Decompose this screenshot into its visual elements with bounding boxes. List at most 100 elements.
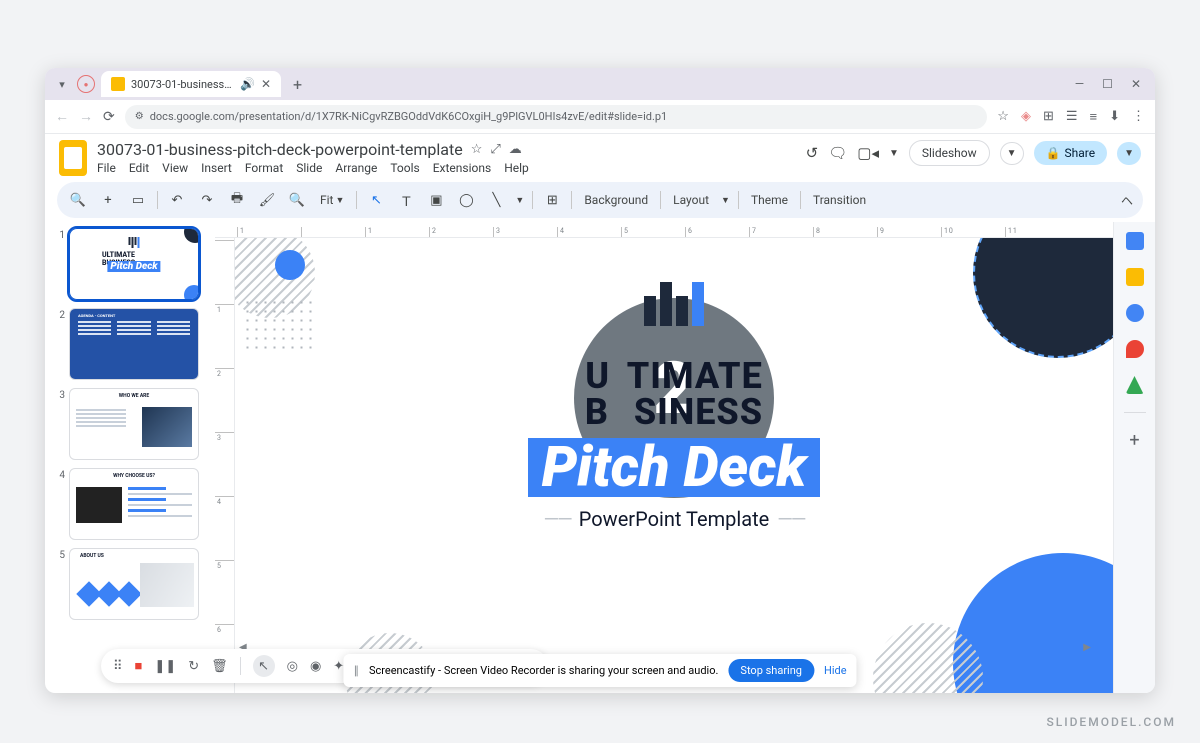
hide-notice-link[interactable]: Hide: [824, 664, 847, 677]
zoom-tool-icon[interactable]: 🔍: [286, 189, 308, 211]
side-panel-icon[interactable]: ☰: [1066, 109, 1078, 124]
site-info-icon[interactable]: ⚙: [135, 111, 144, 122]
bookmark-icon[interactable]: ☆: [997, 109, 1009, 124]
maps-app-icon[interactable]: [1126, 376, 1144, 394]
restart-record-icon[interactable]: ↻: [188, 659, 199, 674]
cloud-status-icon[interactable]: ☁: [509, 142, 522, 157]
drag-handle-icon[interactable]: ⠿: [113, 659, 123, 674]
theme-button[interactable]: Theme: [747, 193, 792, 207]
tab-audio-icon[interactable]: 🔊: [240, 77, 255, 91]
star-icon[interactable]: ☆: [471, 142, 483, 157]
menu-file[interactable]: File: [97, 161, 116, 175]
cursor-tool-icon[interactable]: ↖: [253, 655, 275, 677]
tab-title: 30073-01-business-pitch-d: [131, 78, 234, 91]
reading-list-icon[interactable]: ≡: [1090, 109, 1098, 125]
nav-reload-icon[interactable]: ⟳: [103, 109, 115, 125]
menu-slide[interactable]: Slide: [296, 161, 322, 175]
doc-title[interactable]: 30073-01-business-pitch-deck-powerpoint-…: [97, 140, 463, 159]
ruler-horizontal[interactable]: 11234567891011: [215, 222, 1113, 238]
move-icon[interactable]: ⤢: [490, 142, 500, 157]
extension-cast-icon[interactable]: ◈: [1021, 109, 1031, 124]
chevron-down-icon: ▼: [335, 195, 344, 206]
keep-app-icon[interactable]: [1126, 268, 1144, 286]
add-addon-icon[interactable]: +: [1126, 431, 1144, 449]
layout-button[interactable]: Layout: [669, 193, 713, 207]
stop-sharing-button[interactable]: Stop sharing: [728, 659, 814, 682]
shape-icon[interactable]: ◯: [455, 189, 477, 211]
chrome-menu-icon[interactable]: ⋮: [1132, 109, 1145, 124]
slides-app-icon[interactable]: [59, 140, 87, 176]
extensions-icon[interactable]: ⊞: [1043, 109, 1054, 124]
new-tab-button[interactable]: +: [287, 75, 308, 94]
print-icon[interactable]: 🖶: [226, 189, 248, 211]
scroll-right-icon[interactable]: ▶: [1079, 642, 1095, 653]
menu-extensions[interactable]: Extensions: [433, 161, 491, 175]
maximize-button[interactable]: ☐: [1102, 77, 1113, 91]
select-tool-icon[interactable]: ↖: [365, 189, 387, 211]
menu-tools[interactable]: Tools: [390, 161, 419, 175]
share-notice-text: Screencastify - Screen Video Recorder is…: [369, 664, 718, 677]
doc-header: 30073-01-business-pitch-deck-powerpoint-…: [45, 134, 1155, 178]
nav-forward-icon[interactable]: →: [79, 108, 93, 125]
menu-insert[interactable]: Insert: [201, 161, 232, 175]
slide-thumb-4[interactable]: WHY CHOOSE US?: [69, 468, 199, 540]
tab-search-icon[interactable]: ▾: [53, 75, 71, 93]
menu-edit[interactable]: Edit: [129, 161, 149, 175]
textbox-icon[interactable]: Ｔ: [395, 189, 417, 211]
delete-record-icon[interactable]: 🗑: [211, 659, 228, 674]
undo-icon[interactable]: ↶: [166, 189, 188, 211]
calendar-app-icon[interactable]: [1126, 232, 1144, 250]
transition-button[interactable]: Transition: [809, 193, 870, 207]
nav-back-icon[interactable]: ←: [55, 108, 69, 125]
contacts-app-icon[interactable]: [1126, 340, 1144, 358]
collapse-toolbar-icon[interactable]: ヘ: [1121, 192, 1133, 209]
browser-tab[interactable]: 30073-01-business-pitch-d 🔊 ✕: [101, 71, 281, 97]
share-drag-icon[interactable]: ∥: [353, 664, 359, 677]
close-window-button[interactable]: ✕: [1131, 77, 1141, 91]
menu-arrange[interactable]: Arrange: [335, 161, 377, 175]
click-effect-icon[interactable]: ◎: [287, 659, 298, 674]
url-field[interactable]: ⚙ docs.google.com/presentation/d/1X7RK-N…: [125, 105, 988, 129]
share-label: Share: [1065, 146, 1096, 160]
slideshow-button[interactable]: Slideshow: [909, 140, 990, 166]
recording-indicator-icon[interactable]: ●: [77, 75, 95, 93]
workspace: 1 ULTIMATE BUSINESS Pitch Deck 2 AGENDA …: [45, 222, 1155, 693]
slide-thumb-3[interactable]: WHO WE ARE: [69, 388, 199, 460]
new-slide-icon[interactable]: +: [97, 189, 119, 211]
slideshow-label: Slideshow: [922, 146, 977, 160]
spotlight-icon[interactable]: ◉: [310, 659, 321, 674]
menu-help[interactable]: Help: [504, 161, 529, 175]
share-button[interactable]: 🔒 Share: [1034, 141, 1108, 165]
line-dropdown-icon[interactable]: ▼: [515, 195, 524, 206]
slide-thumb-5[interactable]: ABOUT US: [69, 548, 199, 620]
menu-view[interactable]: View: [162, 161, 188, 175]
zoom-dropdown[interactable]: Fit ▼: [316, 193, 348, 207]
background-button[interactable]: Background: [580, 193, 652, 207]
meet-dropdown-icon[interactable]: ▼: [889, 148, 899, 159]
layout-dropdown-icon[interactable]: ▼: [721, 195, 730, 206]
meet-icon[interactable]: ▢◂: [857, 144, 879, 162]
downloads-icon[interactable]: ⬇: [1109, 109, 1120, 124]
history-icon[interactable]: ↺: [806, 144, 819, 162]
line-icon[interactable]: ╲: [485, 189, 507, 211]
slide-canvas[interactable]: 2 ULTIMATE BUSINESS: [235, 238, 1113, 693]
comments-icon[interactable]: 🗨: [828, 144, 847, 162]
pause-record-icon[interactable]: ❚❚: [154, 659, 176, 674]
slide-thumb-2[interactable]: AGENDA - CONTENT: [69, 308, 199, 380]
minimize-button[interactable]: —: [1075, 77, 1084, 91]
tab-close-icon[interactable]: ✕: [261, 77, 271, 91]
new-slide-layout-icon[interactable]: ▭: [127, 189, 149, 211]
image-icon[interactable]: ▣: [425, 189, 447, 211]
paint-format-icon[interactable]: 🖌: [256, 189, 278, 211]
ruler-vertical[interactable]: 123456: [215, 238, 235, 693]
search-menus-icon[interactable]: 🔍: [67, 189, 89, 211]
menu-format[interactable]: Format: [245, 161, 283, 175]
slide-thumb-1[interactable]: ULTIMATE BUSINESS Pitch Deck: [69, 228, 199, 300]
filmstrip[interactable]: 1 ULTIMATE BUSINESS Pitch Deck 2 AGENDA …: [45, 222, 215, 693]
slideshow-dropdown[interactable]: ▼: [1000, 142, 1024, 165]
redo-icon[interactable]: ↷: [196, 189, 218, 211]
tasks-app-icon[interactable]: [1126, 304, 1144, 322]
share-dropdown[interactable]: ▼: [1117, 142, 1141, 165]
comment-add-icon[interactable]: ⊞: [541, 189, 563, 211]
stop-record-icon[interactable]: ■: [135, 658, 143, 674]
